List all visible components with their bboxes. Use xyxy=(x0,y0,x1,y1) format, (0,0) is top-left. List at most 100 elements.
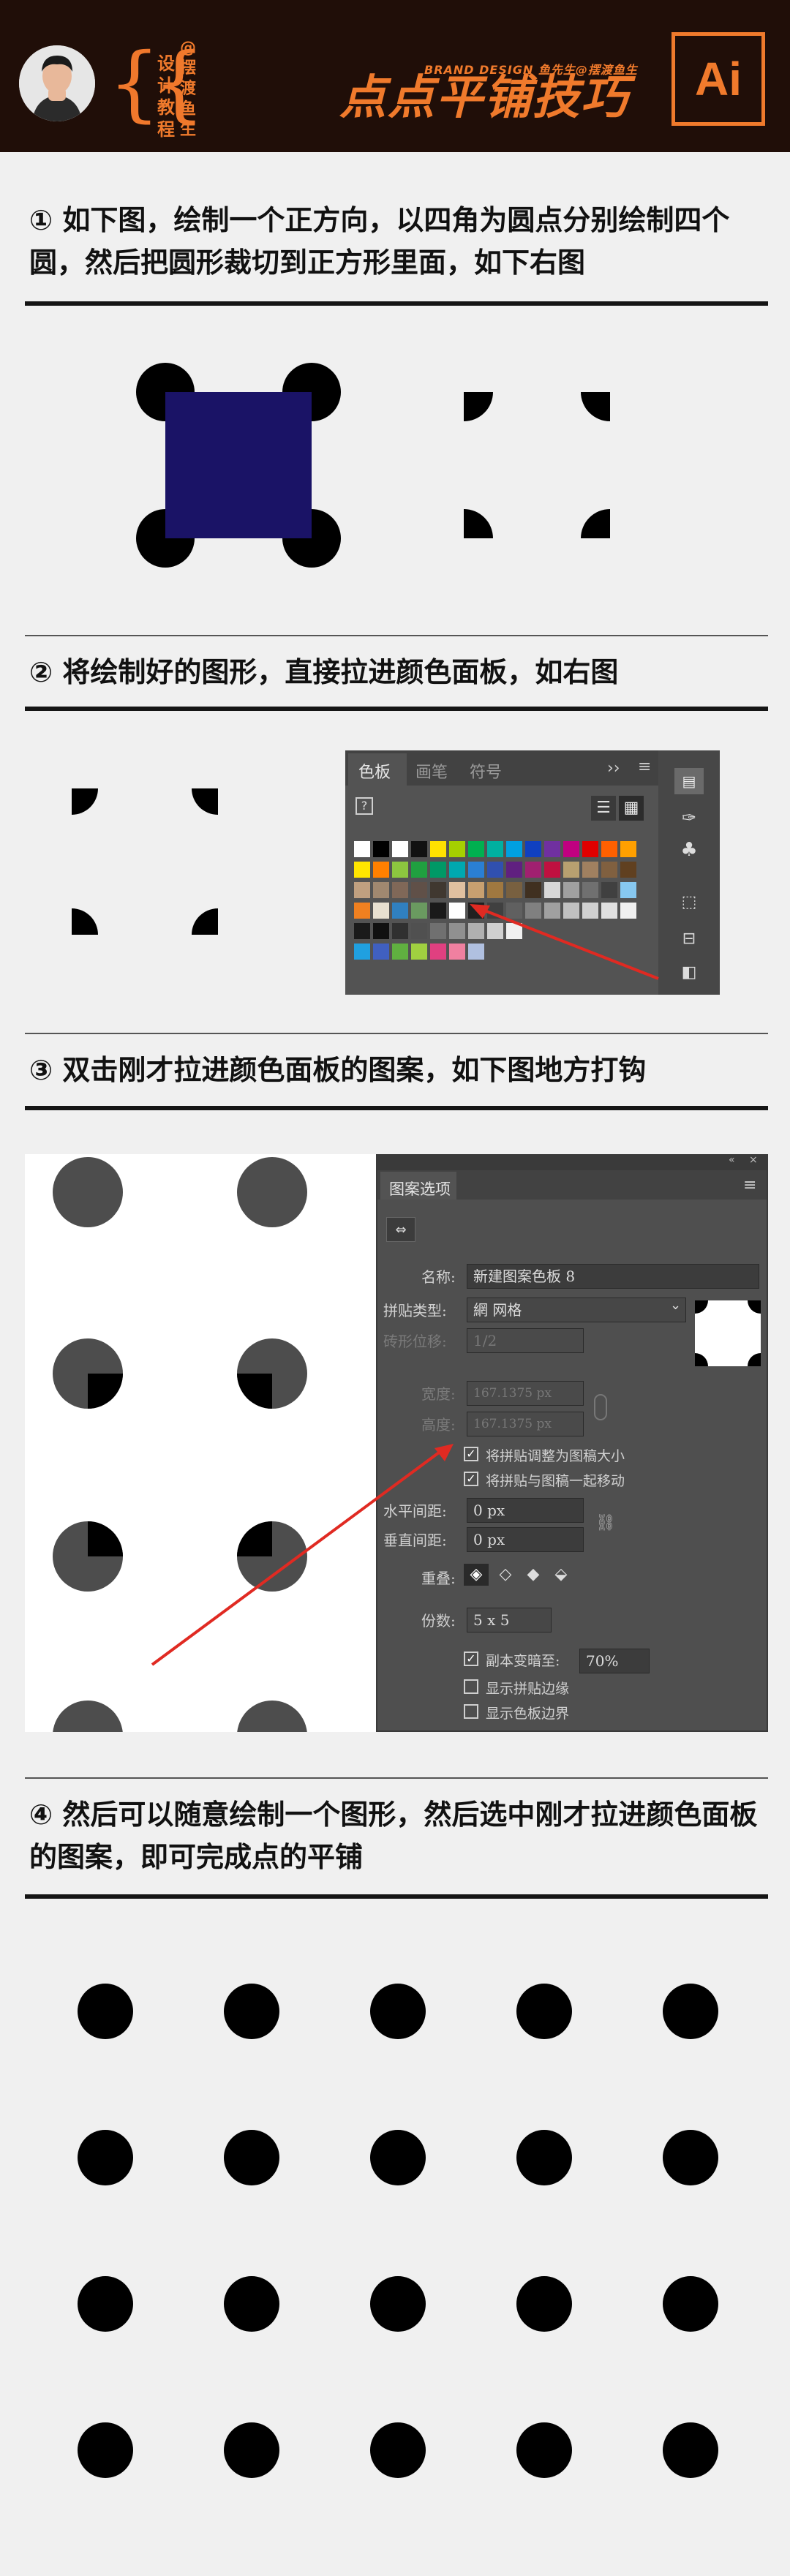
color-swatch[interactable] xyxy=(392,862,408,878)
color-swatch[interactable] xyxy=(601,862,617,878)
show-edge-checkbox[interactable] xyxy=(464,1679,478,1694)
menu-icon[interactable]: ≡ xyxy=(638,758,651,776)
color-swatch[interactable] xyxy=(601,841,617,857)
pattern-dot xyxy=(516,2130,572,2185)
unlink-icon[interactable]: ⛓ xyxy=(595,1514,616,1532)
pattern-dot xyxy=(78,1984,133,2039)
overlap-top-icon[interactable]: ◆ xyxy=(521,1564,546,1586)
height-field[interactable]: 167.1375 px xyxy=(467,1412,584,1436)
close-icon[interactable]: × xyxy=(749,1154,758,1166)
symbol-tool-icon[interactable]: ♣ xyxy=(674,837,704,863)
color-swatch[interactable] xyxy=(430,944,446,960)
color-swatch[interactable] xyxy=(373,923,389,939)
color-swatch[interactable] xyxy=(506,841,522,857)
color-swatch[interactable] xyxy=(468,862,484,878)
color-swatch[interactable] xyxy=(373,944,389,960)
width-field[interactable]: 167.1375 px xyxy=(467,1381,584,1406)
align-tool-icon[interactable]: ⊟ xyxy=(674,926,704,952)
color-swatch[interactable] xyxy=(354,923,370,939)
color-swatch[interactable] xyxy=(544,862,560,878)
color-swatch[interactable] xyxy=(354,944,370,960)
color-swatch[interactable] xyxy=(563,841,579,857)
h-spacing-field[interactable]: 0 px xyxy=(467,1498,584,1523)
color-swatch[interactable] xyxy=(392,944,408,960)
tile-type-select[interactable]: 網 网格 xyxy=(467,1298,686,1322)
pattern-dot xyxy=(370,1984,426,2039)
name-field[interactable]: 新建图案色板 8 xyxy=(467,1264,759,1289)
color-swatch[interactable] xyxy=(487,862,503,878)
color-swatch[interactable] xyxy=(354,903,370,919)
color-swatch[interactable] xyxy=(392,923,408,939)
color-swatch[interactable] xyxy=(525,841,541,857)
color-swatch[interactable] xyxy=(582,841,598,857)
pattern-dot xyxy=(224,2422,279,2478)
header-vertical-label: 设计教程 xyxy=(157,53,175,140)
color-swatch[interactable] xyxy=(430,882,446,898)
tab-symbols[interactable]: 符号 xyxy=(470,759,502,783)
step-3-text: ③ 双击刚才拉进颜色面板的图案，如下图地方打钩 xyxy=(29,1054,647,1086)
pattern-dot xyxy=(224,2276,279,2332)
color-swatch[interactable] xyxy=(620,841,636,857)
color-swatch[interactable] xyxy=(354,841,370,857)
tab-brushes[interactable]: 画笔 xyxy=(415,759,448,783)
illustrator-logo: Ai xyxy=(672,32,765,126)
color-swatch[interactable] xyxy=(411,862,427,878)
brush-tool-icon[interactable]: ✑ xyxy=(674,805,704,831)
offset-select[interactable]: 1/2 xyxy=(467,1328,584,1353)
color-swatch[interactable] xyxy=(506,862,522,878)
color-swatch[interactable] xyxy=(620,862,636,878)
fill-stroke-icon[interactable]: ? xyxy=(356,797,373,815)
color-swatch[interactable] xyxy=(373,903,389,919)
transform-tool-icon[interactable]: ⬚ xyxy=(674,889,704,916)
pattern-dot xyxy=(224,1984,279,2039)
color-swatch[interactable] xyxy=(411,903,427,919)
panel-menu-icon[interactable]: ≡ xyxy=(743,1176,756,1194)
chevron-down-icon[interactable]: ⌄ xyxy=(670,1298,681,1313)
color-swatch[interactable] xyxy=(411,841,427,857)
tile-edit-tool-icon[interactable]: ⇔ xyxy=(386,1217,415,1242)
avatar xyxy=(19,45,95,121)
overlap-right-icon[interactable]: ◇ xyxy=(493,1564,518,1586)
copies-select[interactable]: 5 x 5 xyxy=(467,1608,552,1632)
color-swatch[interactable] xyxy=(392,903,408,919)
color-swatch[interactable] xyxy=(411,882,427,898)
color-swatch[interactable] xyxy=(468,841,484,857)
grid-view-icon[interactable]: ▦ xyxy=(619,796,644,821)
color-swatch[interactable] xyxy=(525,862,541,878)
pathfinder-tool-icon[interactable]: ◧ xyxy=(674,960,704,986)
divider xyxy=(25,1777,768,1779)
dim-select[interactable]: 70% xyxy=(579,1649,650,1673)
color-swatch[interactable] xyxy=(392,882,408,898)
swatches-tool-icon[interactable]: ▤ xyxy=(674,768,704,794)
tab-pattern-options[interactable]: 图案选项 xyxy=(380,1172,456,1200)
overlap-bottom-icon[interactable]: ⬙ xyxy=(549,1564,573,1586)
color-swatch[interactable] xyxy=(411,944,427,960)
tab-swatches[interactable]: 色板 xyxy=(348,753,407,786)
name-label: 名称: xyxy=(421,1268,456,1286)
color-swatch[interactable] xyxy=(354,882,370,898)
color-swatch[interactable] xyxy=(411,923,427,939)
color-swatch[interactable] xyxy=(430,862,446,878)
v-spacing-field[interactable]: 0 px xyxy=(467,1527,584,1552)
color-swatch[interactable] xyxy=(582,862,598,878)
link-icon[interactable] xyxy=(594,1394,607,1420)
color-swatch[interactable] xyxy=(430,841,446,857)
pattern-dot xyxy=(663,2130,718,2185)
color-swatch[interactable] xyxy=(430,923,446,939)
color-swatch[interactable] xyxy=(449,862,465,878)
color-swatch[interactable] xyxy=(563,862,579,878)
expand-icon[interactable]: ›› xyxy=(607,759,620,777)
color-swatch[interactable] xyxy=(487,841,503,857)
color-swatch[interactable] xyxy=(544,841,560,857)
color-swatch[interactable] xyxy=(449,841,465,857)
color-swatch[interactable] xyxy=(430,903,446,919)
cropped-pattern-preview xyxy=(0,786,293,946)
color-swatch[interactable] xyxy=(392,841,408,857)
color-swatch[interactable] xyxy=(354,862,370,878)
color-swatch[interactable] xyxy=(373,862,389,878)
collapse-icon[interactable]: « xyxy=(729,1154,735,1166)
list-view-icon[interactable]: ☰ xyxy=(591,796,616,821)
color-swatch[interactable] xyxy=(373,882,389,898)
color-swatch[interactable] xyxy=(373,841,389,857)
show-bounds-checkbox[interactable] xyxy=(464,1704,478,1719)
